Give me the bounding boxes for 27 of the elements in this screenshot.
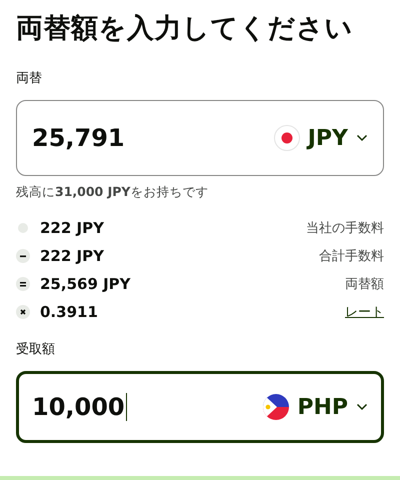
currency-selector[interactable]: JPY	[274, 125, 368, 151]
text-cursor	[126, 393, 127, 421]
amount-value: 25,791	[32, 124, 125, 152]
flag-icon	[263, 394, 290, 420]
amount-field[interactable]: 10,000 PHP	[16, 371, 384, 443]
fee-label: 両替額	[345, 276, 384, 293]
page-title: 両替額を入力してください	[16, 12, 354, 46]
fee-amount: 222 JPY	[40, 219, 105, 237]
currency-selector[interactable]: PHP	[263, 394, 368, 420]
fee-label: 当社の手数料	[306, 220, 384, 237]
times-icon	[16, 305, 30, 319]
fee-amount: 25,569 JPY	[40, 275, 132, 293]
field-label: 受取額	[16, 341, 56, 359]
fee-amount: 222 JPY	[40, 247, 105, 265]
chevron-down-icon	[356, 403, 368, 411]
amount-value: 10,000	[32, 393, 125, 421]
equals-icon	[16, 277, 30, 291]
field-label: 両替	[16, 70, 43, 88]
chevron-down-icon	[356, 134, 368, 142]
rate-link[interactable]: レート	[345, 303, 384, 321]
dot-icon	[16, 221, 30, 235]
flag-icon	[274, 125, 300, 151]
balance-note: 残高に31,000 JPYをお持ちです	[16, 184, 210, 201]
fee-amount: 0.3911	[40, 303, 99, 321]
amount-field[interactable]: 25,791 JPY	[16, 100, 384, 176]
minus-icon	[16, 249, 30, 263]
fee-label: 合計手数料	[319, 248, 384, 265]
